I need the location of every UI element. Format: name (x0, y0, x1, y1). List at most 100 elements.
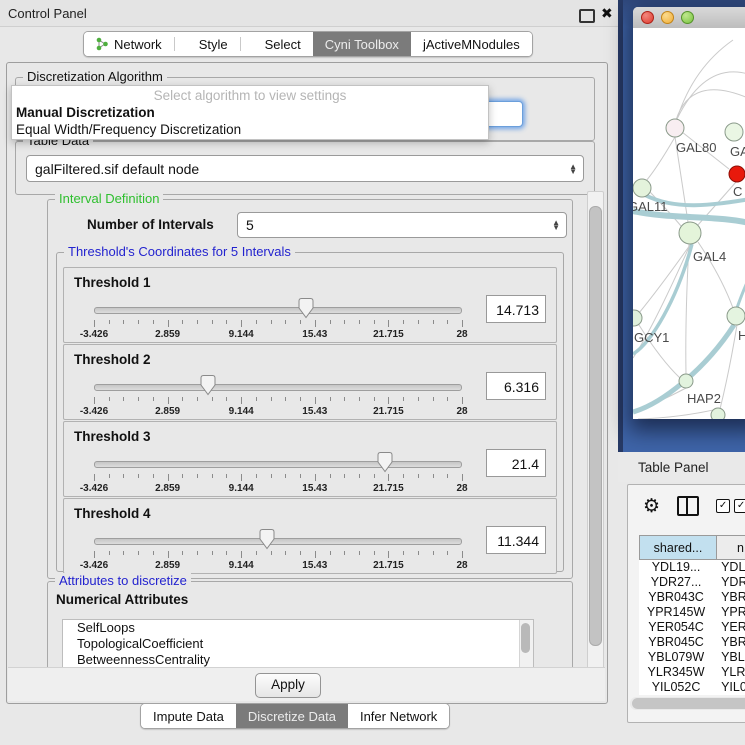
minimize-traffic-light-icon[interactable] (661, 11, 674, 24)
network-canvas[interactable]: GAL80GACGAL11GAL4GCY1HHAP2 (633, 28, 745, 419)
close-traffic-light-icon[interactable] (641, 11, 654, 24)
network-node[interactable] (666, 119, 684, 137)
threshold-slider[interactable]: -3.4262.8599.14415.4321.71528 (94, 345, 462, 419)
checkbox-icon[interactable]: ✓ (734, 499, 745, 513)
column-header-shared[interactable]: shared... (639, 535, 717, 560)
table-toolbar: ⚙ ✓ ✓ (628, 485, 745, 527)
slider-thumb[interactable] (298, 297, 315, 319)
tab-cyni-toolbox[interactable]: Cyni Toolbox (313, 32, 411, 56)
network-node-label: GAL80 (676, 140, 716, 155)
list-scrollbar[interactable] (519, 620, 533, 668)
slider-tick-labels: -3.4262.8599.14415.4321.71528 (94, 329, 462, 340)
table-hscrollbar-thumb[interactable] (632, 698, 745, 709)
threshold-panel: Threshold 3 -3.4262.8599.14415.4321.7152… (63, 421, 557, 497)
tab-label: Impute Data (153, 709, 224, 724)
numerical-attributes-list[interactable]: SelfLoopsTopologicalCoefficientBetweenne… (62, 619, 534, 669)
tab-style[interactable]: Style (187, 32, 253, 56)
slider-track[interactable] (94, 384, 462, 391)
node-table: shared... n YDL19...YDL1YDR27...YDR2YBR0… (639, 535, 745, 695)
zoom-traffic-light-icon[interactable] (681, 11, 694, 24)
slider-ticks (94, 474, 462, 482)
network-node-label: H (738, 328, 745, 343)
number-of-intervals-combobox[interactable]: 5 ▲▼ (237, 212, 567, 238)
number-of-intervals-value: 5 (246, 217, 254, 233)
dropdown-item-manual-discretization[interactable]: Manual Discretization (12, 104, 488, 121)
slider-track[interactable] (94, 461, 462, 468)
dropdown-placeholder-item: Select algorithm to view settings (12, 87, 488, 104)
gear-icon[interactable]: ⚙ (643, 497, 660, 516)
threshold-value-field[interactable]: 6.316 (486, 372, 546, 400)
threshold-slider[interactable]: -3.4262.8599.14415.4321.71528 (94, 422, 462, 496)
threshold-slider[interactable]: -3.4262.8599.14415.4321.71528 (94, 268, 462, 342)
threshold-panel: Threshold 2 -3.4262.8599.14415.4321.7152… (63, 344, 557, 420)
network-node[interactable] (633, 179, 651, 197)
attribute-list-item[interactable]: SelfLoops (63, 620, 533, 636)
stepper-icon: ▲▼ (546, 220, 566, 230)
cyni-mode-tabs: Impute Data Discretize Data Infer Networ… (140, 703, 450, 729)
slider-thumb[interactable] (200, 374, 217, 396)
table-row[interactable]: YIL052CYIL0 (639, 680, 745, 695)
interval-definition-group: Interval Definition Number of Intervals … (47, 199, 573, 579)
threshold-value-field[interactable]: 11.344 (486, 526, 546, 554)
network-node-label: GCY1 (634, 330, 669, 345)
apply-button[interactable]: Apply (255, 673, 321, 698)
attribute-list-item[interactable]: BetweennessCentrality (63, 652, 533, 668)
table-row[interactable]: YLR345WYLR3 (639, 665, 745, 680)
main-scrollbar-thumb[interactable] (589, 206, 602, 646)
slider-track[interactable] (94, 538, 462, 545)
network-node[interactable] (711, 408, 725, 419)
table-row[interactable]: YER054CYER0 (639, 620, 745, 635)
table-hscrollbar[interactable] (630, 697, 745, 710)
table-row[interactable]: YBR045CYBR0 (639, 635, 745, 650)
tab-impute-data[interactable]: Impute Data (141, 704, 236, 728)
float-window-icon[interactable] (579, 9, 595, 23)
algorithm-dropdown-popup: Select algorithm to view settings Manual… (11, 85, 489, 140)
table-data-group: Table Data galFiltered.sif default node … (15, 141, 595, 195)
slider-ticks (94, 551, 462, 559)
checkbox-icon[interactable]: ✓ (716, 499, 730, 513)
tab-label: Infer Network (360, 709, 437, 724)
table-row[interactable]: YDL19...YDL1 (639, 560, 745, 575)
slider-thumb[interactable] (258, 528, 275, 550)
threshold-value-field[interactable]: 21.4 (486, 449, 546, 477)
control-panel-tabs: Network Style Select Cyni Toolbox jActiv… (83, 31, 533, 57)
tab-network[interactable]: Network (84, 32, 187, 56)
table-row[interactable]: YPR145WYPR1 (639, 605, 745, 620)
attribute-list-item[interactable]: TopologicalCoefficient (63, 636, 533, 652)
network-node[interactable] (725, 123, 743, 141)
table-row[interactable]: YBL079WYBL0 (639, 650, 745, 665)
tab-select[interactable]: Select (253, 32, 313, 56)
slider-track[interactable] (94, 307, 462, 314)
threshold-slider[interactable]: -3.4262.8599.14415.4321.71528 (94, 499, 462, 573)
cyni-toolbox-panel: Discretization Algorithm Table Data galF… (6, 62, 608, 704)
threshold-value-field[interactable]: 14.713 (486, 295, 546, 323)
table-data-combobox[interactable]: galFiltered.sif default node ▲▼ (26, 155, 584, 182)
slider-ticks (94, 397, 462, 405)
network-node[interactable] (729, 166, 745, 182)
network-icon (96, 37, 109, 51)
network-node[interactable] (727, 307, 745, 325)
slider-ticks (94, 320, 462, 328)
close-icon[interactable]: ✖ (601, 5, 613, 22)
network-window-titlebar[interactable] (633, 7, 745, 29)
columns-icon[interactable] (677, 496, 699, 516)
network-node[interactable] (679, 374, 693, 388)
threshold-panel: Threshold 4 -3.4262.8599.14415.4321.7152… (63, 498, 557, 574)
network-node-label: GA (730, 144, 745, 159)
main-scrollbar[interactable] (587, 191, 604, 669)
network-node[interactable] (679, 222, 701, 244)
dropdown-item-equal-width-frequency[interactable]: Equal Width/Frequency Discretization (12, 121, 488, 138)
stepper-icon: ▲▼ (563, 164, 583, 174)
tab-label: Discretize Data (248, 709, 336, 724)
table-row[interactable]: YBR043CYBR0 (639, 590, 745, 605)
slider-thumb[interactable] (376, 451, 393, 473)
network-node[interactable] (633, 310, 642, 326)
table-row[interactable]: YDR27...YDR2 (639, 575, 745, 590)
tab-discretize-data[interactable]: Discretize Data (236, 704, 348, 728)
slider-tick-labels: -3.4262.8599.14415.4321.71528 (94, 483, 462, 494)
panel-title: Control Panel (8, 6, 87, 21)
settings-scroll-area: Interval Definition Number of Intervals … (7, 191, 585, 667)
tab-jactivemnodules[interactable]: jActiveMNodules (411, 32, 532, 56)
column-header-name[interactable]: n (717, 535, 745, 560)
tab-infer-network[interactable]: Infer Network (348, 704, 449, 728)
